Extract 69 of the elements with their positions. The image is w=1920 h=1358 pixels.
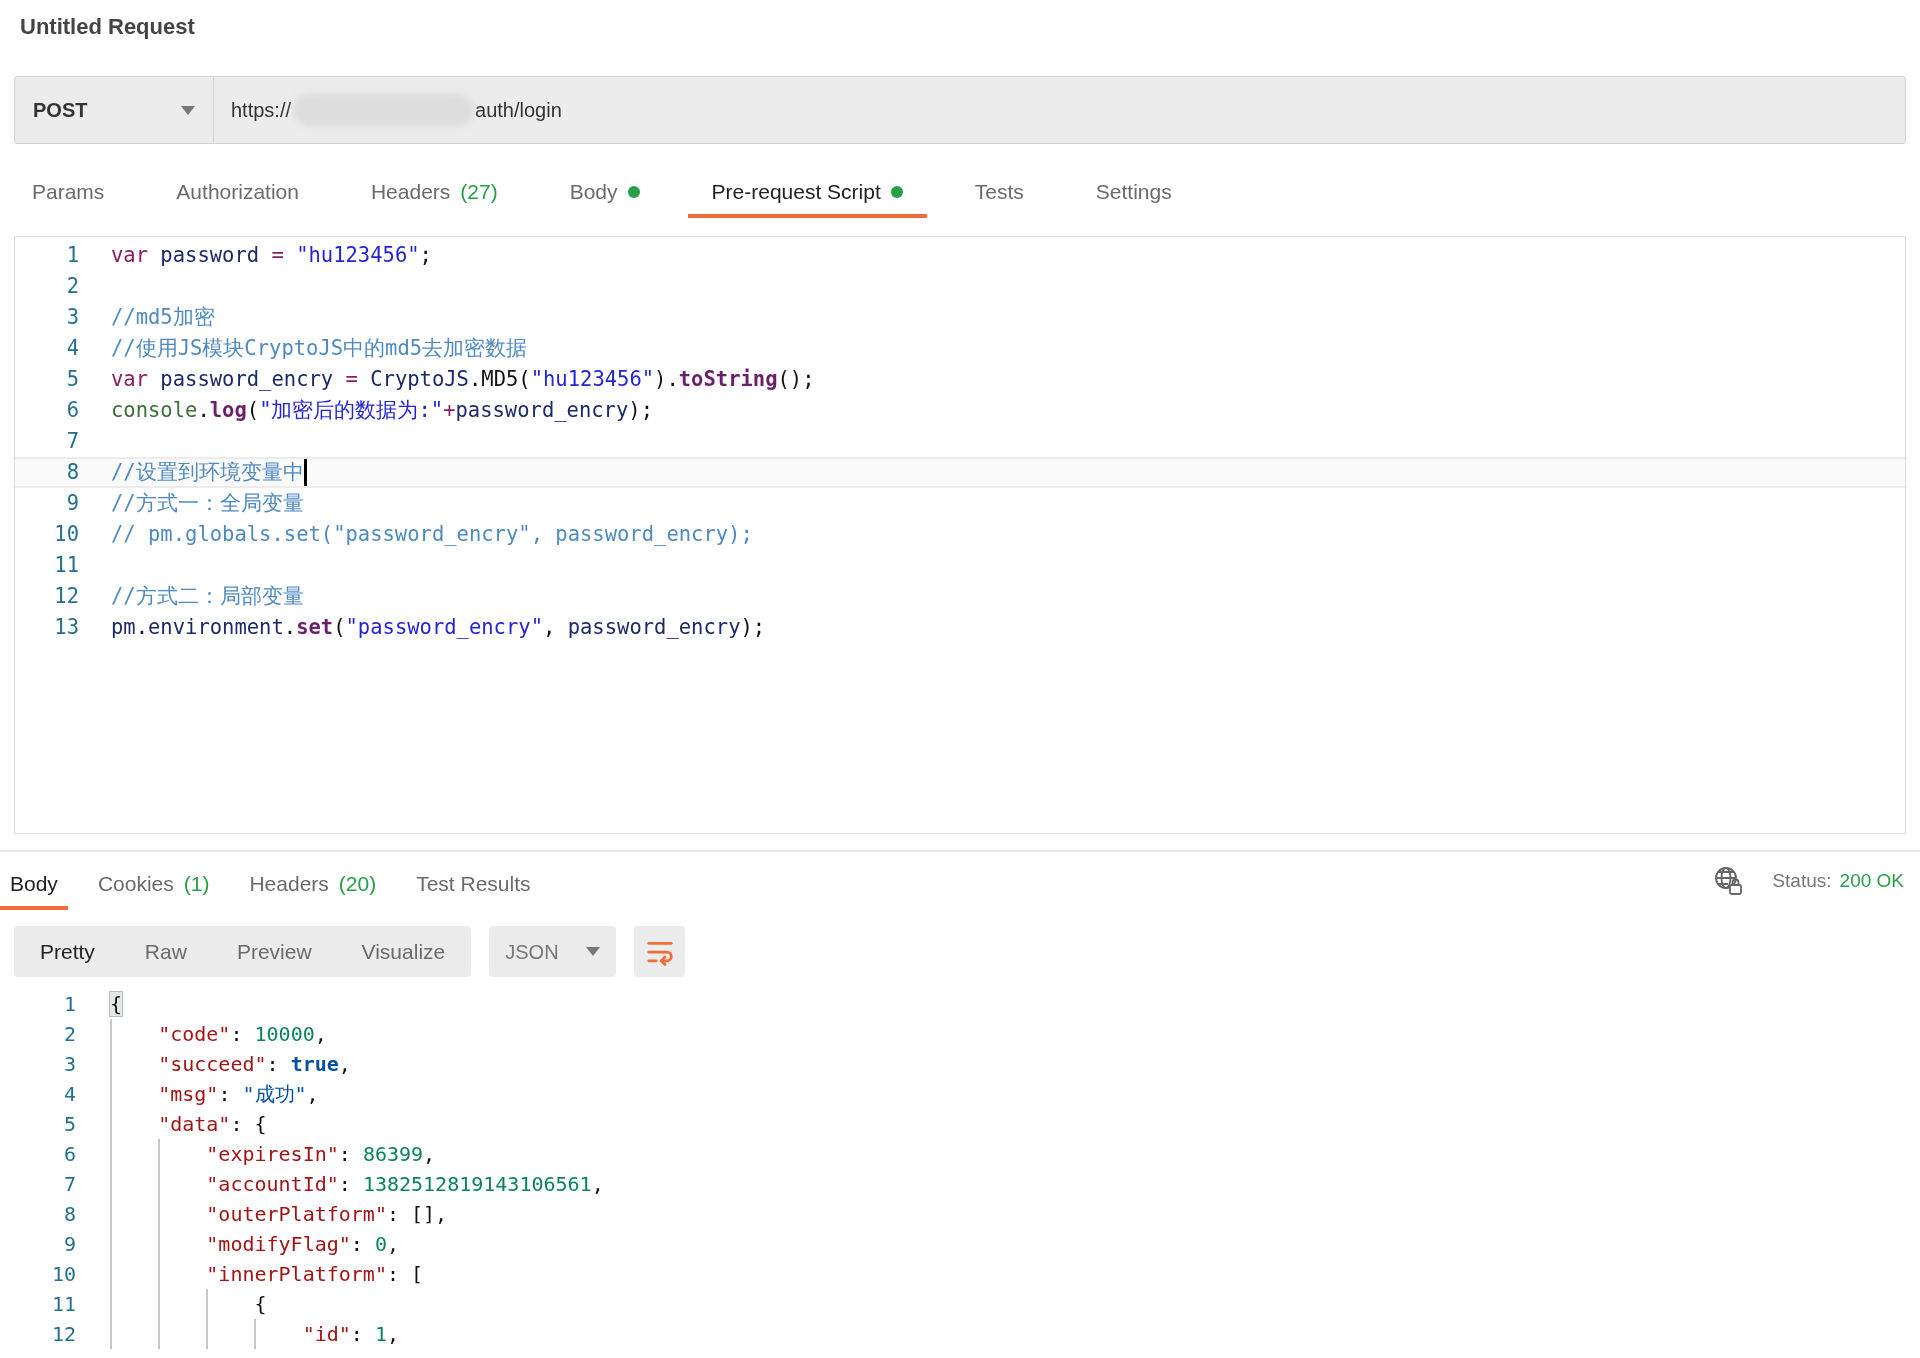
- code-line: "id": 1,: [301, 1321, 399, 1348]
- line-number: 8: [65, 459, 79, 487]
- request-tab[interactable]: Headers (27): [346, 170, 522, 218]
- code-line: console.log("加密后的数据为:"+password_encry);: [111, 397, 653, 425]
- code-line: //md5加密: [111, 304, 215, 332]
- globe-lock-icon[interactable]: [1714, 866, 1745, 896]
- line-number: 1: [62, 991, 76, 1018]
- code-line: "data": {: [157, 1111, 267, 1138]
- line-number: 11: [53, 552, 79, 580]
- code-line: "expiresIn": 86399,: [205, 1141, 436, 1168]
- code-line: "code": 10000,: [157, 1021, 327, 1048]
- line-number: 2: [62, 1021, 76, 1048]
- format-dropdown[interactable]: JSON: [489, 926, 617, 977]
- request-title: Untitled Request: [20, 13, 195, 41]
- code-line: //方式二：局部变量: [111, 583, 304, 611]
- response-tab[interactable]: Test Results: [406, 862, 541, 910]
- response-tab[interactable]: Headers (20): [239, 862, 387, 910]
- view-mode-button[interactable]: Preview: [222, 926, 326, 977]
- line-number: 8: [62, 1201, 76, 1228]
- line-number: 3: [62, 1051, 76, 1078]
- code-line: "innerPlatform": [: [205, 1261, 424, 1288]
- code-line: var password_encry = CryptoJS.MD5("hu123456").toString();: [111, 366, 815, 394]
- code-line: var password = "hu123456";: [111, 242, 432, 270]
- request-tab[interactable]: Params: [8, 170, 129, 218]
- line-number: 2: [65, 273, 79, 301]
- line-number: 10: [53, 521, 79, 549]
- request-tab[interactable]: Tests: [950, 170, 1048, 218]
- code-line: {: [253, 1291, 267, 1318]
- line-number: 9: [62, 1231, 76, 1258]
- line-number: 3: [65, 304, 79, 332]
- line-number: 5: [62, 1111, 76, 1138]
- line-number: 7: [62, 1171, 76, 1198]
- line-number: 13: [53, 614, 79, 642]
- view-mode-button[interactable]: Pretty: [26, 926, 109, 977]
- line-number: 4: [65, 335, 79, 363]
- text-cursor: [303, 459, 307, 486]
- response-tab[interactable]: Body: [0, 862, 68, 910]
- line-number: 6: [62, 1141, 76, 1168]
- line-number: 5: [65, 366, 79, 394]
- code-line: "modifyFlag": 0,: [205, 1231, 399, 1258]
- line-number: 11: [50, 1291, 76, 1318]
- caret-icon: [586, 947, 601, 956]
- line-number: 12: [53, 583, 79, 611]
- code-line: //使用JS模块CryptoJS中的md5去加密数据: [111, 335, 528, 363]
- code-line: pm.environment.set("password_encry", password_encry);: [111, 614, 766, 642]
- code-line: "msg": "成功",: [157, 1081, 319, 1108]
- code-line: "outerPlatform": [],: [205, 1201, 448, 1228]
- line-number: 4: [62, 1081, 76, 1108]
- code-line: //方式一：全局变量: [111, 490, 304, 518]
- code-line: "accountId": 1382512819143106561,: [205, 1171, 604, 1198]
- code-line: "succeed": true,: [157, 1051, 351, 1078]
- status-label: Status:: [1772, 868, 1832, 893]
- request-tab[interactable]: Body: [545, 170, 664, 218]
- code-line: //设置到环境变量中: [111, 459, 304, 487]
- code-line: // pm.globals.set("password_encry", password_encry);: [111, 521, 753, 549]
- line-number: 6: [65, 397, 79, 425]
- line-number: 7: [65, 428, 79, 456]
- request-tab[interactable]: Pre-request Script: [687, 170, 927, 218]
- request-tab[interactable]: Authorization: [152, 170, 323, 218]
- view-mode-button[interactable]: Visualize: [347, 926, 460, 977]
- wrap-lines-button[interactable]: [634, 926, 686, 977]
- response-tab[interactable]: Cookies (1): [87, 862, 220, 910]
- view-mode-button[interactable]: Raw: [130, 926, 201, 977]
- request-tab[interactable]: Settings: [1071, 170, 1196, 218]
- status-value: 200 OK: [1839, 868, 1904, 893]
- line-number: 9: [65, 490, 79, 518]
- line-number: 1: [65, 242, 79, 270]
- line-number: 10: [50, 1261, 76, 1288]
- line-number: 12: [50, 1321, 76, 1348]
